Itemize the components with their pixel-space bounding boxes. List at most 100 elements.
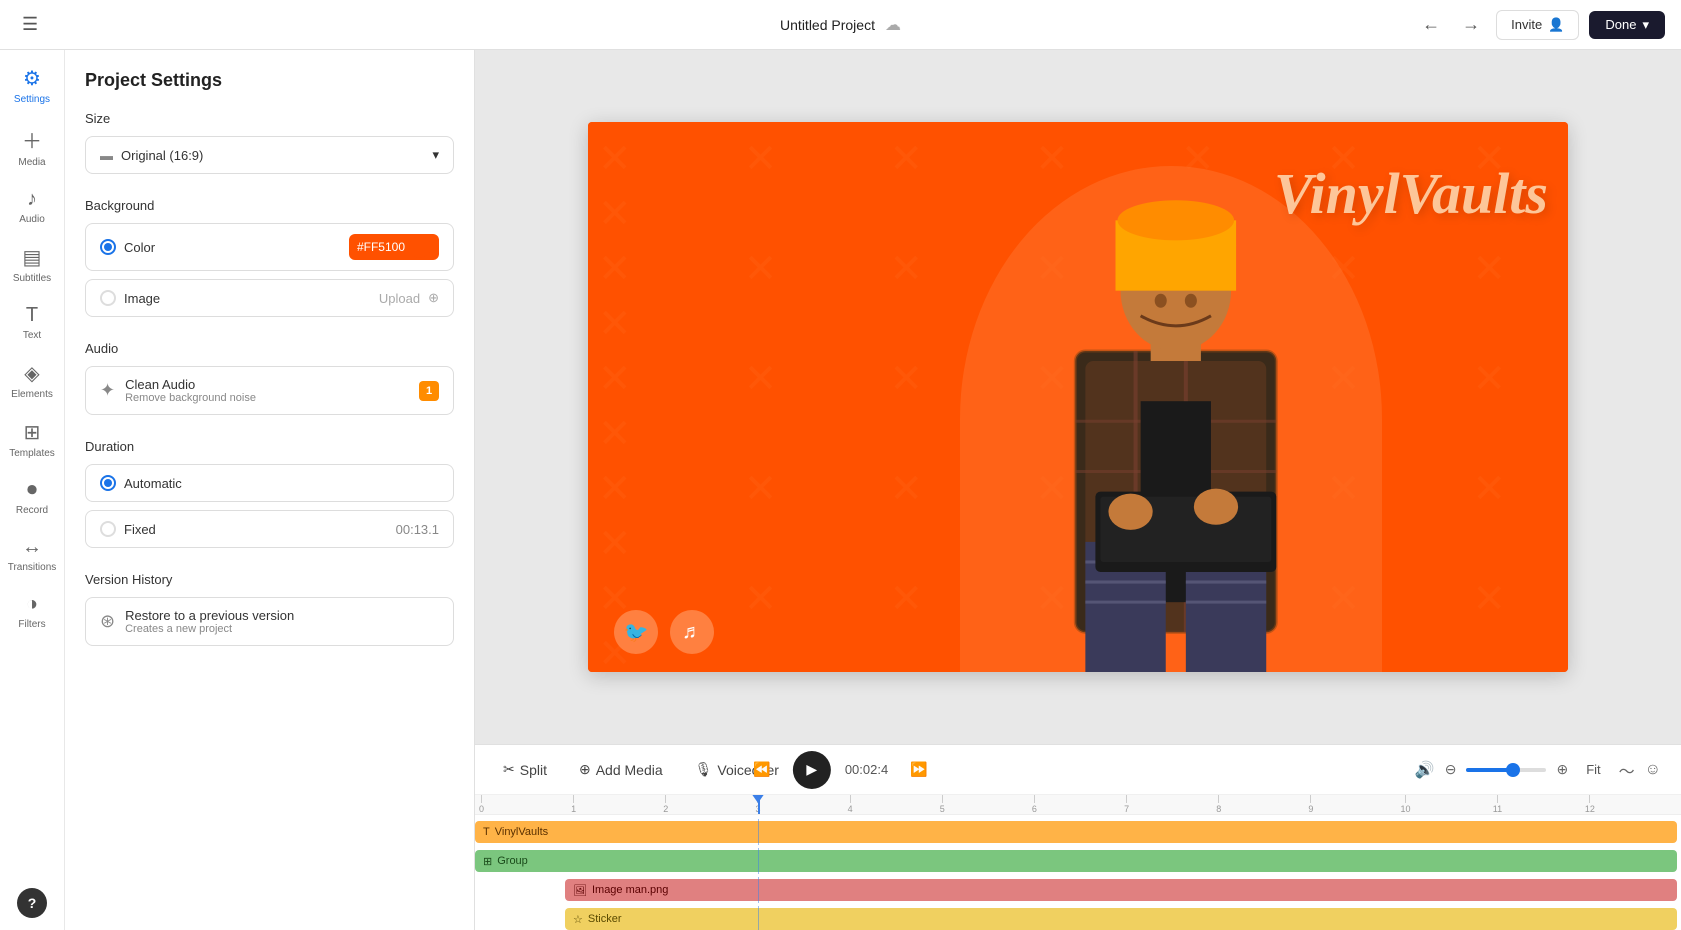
playback-right: 🔊 ⊖ ⊕ Fit 〜 ☺ — [1415, 758, 1661, 782]
tick-12 — [1589, 795, 1590, 803]
record-icon: ⏺ — [27, 479, 37, 502]
panel-title: Project Settings — [85, 70, 454, 91]
color-badge[interactable]: #FF5100 — [349, 234, 439, 260]
tick-11 — [1497, 795, 1498, 803]
upload-label: Upload — [379, 291, 420, 306]
track-row-sticker[interactable]: ☆ Sticker — [475, 906, 1681, 930]
timeline-area: 0 1 2 3 — [475, 795, 1681, 930]
play-button[interactable]: ▶ — [793, 751, 831, 789]
upload-area: Upload ⊕ — [379, 290, 439, 306]
track-row-image[interactable]: 🖼 Image man.png — [475, 877, 1681, 903]
undo-button[interactable]: ← — [1416, 10, 1446, 39]
sidebar-item-record[interactable]: ⏺ Record — [4, 471, 60, 524]
rewind-button[interactable]: ⏪ — [745, 756, 778, 783]
automatic-option-row[interactable]: Automatic — [85, 464, 454, 502]
sidebar-item-settings[interactable]: ⚙ Settings — [4, 58, 60, 113]
fixed-radio[interactable] — [100, 521, 116, 537]
color-swatch[interactable] — [409, 236, 431, 258]
voiceover-icon: 🎙 — [695, 761, 713, 778]
size-label: Size — [85, 111, 454, 126]
invite-button[interactable]: Invite 👤 — [1496, 10, 1579, 40]
audio-section: Audio ✦ Clean Audio Remove background no… — [85, 341, 454, 415]
canvas-wrapper: ✕ ✕ ✕ ✕ ✕ ✕ ✕ ✕ ✕ ✕ ✕ ✕ ✕ ✕ ✕ ✕ ✕ ✕ ✕ ✕ … — [475, 50, 1681, 744]
image-radio[interactable] — [100, 290, 116, 306]
playback-center: ⏪ ▶ 00:02:4 ⏩ — [745, 751, 935, 789]
project-title: Untitled Project — [780, 17, 875, 33]
person-svg — [970, 150, 1382, 673]
done-button[interactable]: Done ▾ — [1589, 11, 1665, 39]
settings-icon: ⚙ — [23, 66, 41, 91]
tick-8 — [1218, 795, 1219, 803]
add-media-button[interactable]: ⊕ Add Media — [571, 756, 671, 783]
background-section: Background Color #FF5100 Image Upload — [85, 198, 454, 317]
image-track-label: Image man.png — [592, 884, 668, 896]
audio-section-label: Audio — [85, 341, 454, 356]
sidebar-label-settings: Settings — [14, 94, 50, 105]
zoom-slider[interactable] — [1466, 768, 1546, 772]
clean-audio-row[interactable]: ✦ Clean Audio Remove background noise 1 — [85, 366, 454, 415]
add-media-label: Add Media — [596, 762, 663, 778]
play-icon: ▶ — [806, 761, 817, 778]
main-area: ⚙ Settings ＋ Media ♪ Audio ▤ Subtitles T… — [0, 50, 1681, 930]
fit-button[interactable]: Fit — [1578, 758, 1608, 781]
sidebar-item-media[interactable]: ＋ Media — [4, 117, 60, 176]
media-icon: ＋ — [22, 125, 42, 154]
volume-icon: 🔊 — [1415, 760, 1435, 780]
fixed-option-left: Fixed — [100, 521, 156, 537]
sparkle-icon: ✦ — [100, 380, 115, 401]
restore-row[interactable]: ⊛ Restore to a previous version Creates … — [85, 597, 454, 646]
sidebar-item-audio[interactable]: ♪ Audio — [4, 180, 60, 233]
size-dropdown[interactable]: ▬ Original (16:9) ▾ — [85, 136, 454, 174]
transitions-icon: ↔ — [22, 536, 42, 559]
split-label: Split — [520, 762, 547, 778]
bottom-controls: ✂ Split ⊕ Add Media 🎙 Voiceover ⏪ — [475, 744, 1681, 930]
image-option-row[interactable]: Image Upload ⊕ — [85, 279, 454, 317]
sidebar-label-templates: Templates — [9, 448, 55, 459]
tick-10 — [1405, 795, 1406, 803]
tick-5 — [942, 795, 943, 803]
track-row-group[interactable]: ⊞ Group — [475, 848, 1681, 874]
sidebar-item-elements[interactable]: ◈ Elements — [4, 353, 60, 408]
sidebar-item-transitions[interactable]: ↔ Transitions — [4, 528, 60, 581]
color-radio[interactable] — [100, 239, 116, 255]
automatic-label: Automatic — [124, 476, 182, 491]
playhead[interactable] — [758, 795, 760, 814]
image-option-label: Image — [124, 291, 160, 306]
ruler-mark-0: 0 — [479, 795, 484, 814]
sidebar-item-text[interactable]: T Text — [4, 296, 60, 349]
sidebar-item-templates[interactable]: ⊞ Templates — [4, 412, 60, 467]
image-track-icon: 🖼 — [573, 884, 587, 897]
version-info: Restore to a previous version Creates a … — [125, 608, 439, 635]
done-chevron-icon: ▾ — [1642, 17, 1649, 33]
size-section: Size ▬ Original (16:9) ▾ — [85, 111, 454, 174]
redo-button[interactable]: → — [1456, 10, 1486, 39]
fast-forward-button[interactable]: ⏩ — [902, 756, 935, 783]
canvas-title: VinylVaults — [1274, 162, 1548, 226]
spotify-icon: ♬ — [670, 610, 714, 654]
color-option-row[interactable]: Color #FF5100 — [85, 223, 454, 271]
sidebar-item-filters[interactable]: ◑ Filters — [4, 585, 60, 638]
ruler-mark-2: 2 — [663, 795, 668, 814]
track-bar-vinyl[interactable]: T VinylVaults — [475, 821, 1677, 843]
ruler-mark-11: 11 — [1493, 795, 1502, 814]
track-bar-sticker[interactable]: ☆ Sticker — [565, 908, 1677, 930]
topbar: ☰ Untitled Project ☁ ← → Invite 👤 Done ▾ — [0, 0, 1681, 50]
fixed-option-row[interactable]: Fixed 00:13.1 — [85, 510, 454, 548]
canvas-frame[interactable]: ✕ ✕ ✕ ✕ ✕ ✕ ✕ ✕ ✕ ✕ ✕ ✕ ✕ ✕ ✕ ✕ ✕ ✕ ✕ ✕ … — [588, 122, 1568, 672]
automatic-option-left: Automatic — [100, 475, 182, 491]
sidebar-item-subtitles[interactable]: ▤ Subtitles — [4, 237, 60, 292]
track-row-vinyl[interactable]: T VinylVaults — [475, 819, 1681, 845]
track-bar-group[interactable]: ⊞ Group — [475, 850, 1677, 872]
topbar-left: ☰ — [16, 10, 44, 39]
help-button[interactable]: ? — [17, 888, 47, 918]
menu-button[interactable]: ☰ — [16, 10, 44, 39]
size-chevron-icon: ▾ — [432, 147, 439, 163]
track-bar-image[interactable]: 🖼 Image man.png — [565, 879, 1677, 901]
split-button[interactable]: ✂ Split — [495, 756, 555, 783]
playhead-arrow — [751, 795, 765, 803]
audio-icon: ♪ — [27, 188, 37, 211]
settings-panel: Project Settings Size ▬ Original (16:9) … — [65, 50, 475, 930]
ruler-mark-6: 6 — [1032, 795, 1037, 814]
automatic-radio[interactable] — [100, 475, 116, 491]
timeline-ruler: 0 1 2 3 — [475, 795, 1681, 815]
